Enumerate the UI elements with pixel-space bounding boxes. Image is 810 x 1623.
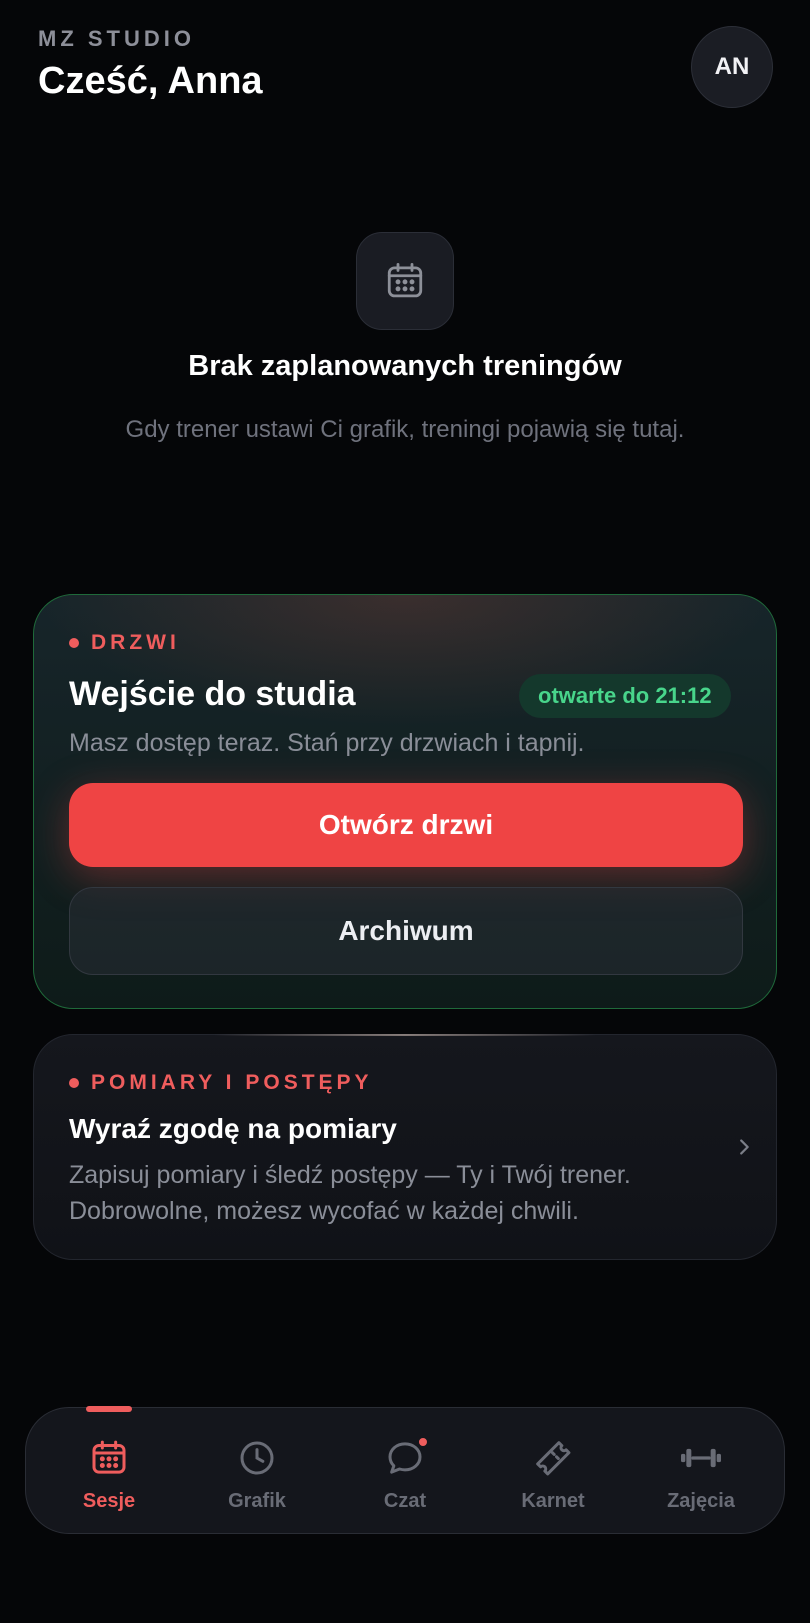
- active-tab-indicator: [86, 1406, 132, 1412]
- nav-item-sesje[interactable]: Sesje: [49, 1436, 169, 1522]
- nav-label-zajecia: Zajęcia: [667, 1490, 735, 1512]
- nav-item-karnet[interactable]: Karnet: [493, 1436, 613, 1522]
- brand-label: MZ STUDIO: [38, 26, 195, 51]
- door-tag: DRZWI: [69, 631, 180, 655]
- nav-item-grafik[interactable]: Grafik: [197, 1436, 317, 1522]
- app-screen: MZ STUDIO Cześć, Anna AN Brak zaplanowan…: [0, 0, 810, 1623]
- archive-button[interactable]: Archiwum: [69, 887, 743, 975]
- tag-dot: [69, 1078, 79, 1088]
- open-door-button[interactable]: Otwórz drzwi: [69, 783, 743, 867]
- door-description: Masz dostęp teraz. Stań przy drzwiach i …: [69, 729, 585, 757]
- nav-label-czat: Czat: [383, 1490, 427, 1512]
- measurements-tag: POMIARY I POSTĘPY: [69, 1071, 373, 1095]
- greeting-title: Cześć, Anna: [38, 60, 263, 102]
- measurements-tag-label: POMIARY I POSTĘPY: [91, 1071, 373, 1094]
- nav-label-karnet: Karnet: [521, 1490, 585, 1512]
- measurements-description: Zapisuj pomiary i śledź postępy — Ty i T…: [69, 1161, 631, 1225]
- nav-label-sesje: Sesje: [82, 1490, 136, 1512]
- clock-icon: [235, 1436, 279, 1480]
- nav-label-grafik: Grafik: [228, 1490, 286, 1512]
- bottom-nav: Sesje Grafik Czat Karnet Zajęcia: [25, 1406, 785, 1534]
- chevron-right-icon: [724, 1127, 764, 1167]
- empty-state-title: Brak zaplanowanych treningów: [188, 350, 622, 382]
- nav-item-czat[interactable]: Czat: [345, 1436, 465, 1522]
- measurements-title: Wyraź zgodę na pomiary: [69, 1113, 397, 1144]
- ticket-icon: [531, 1436, 575, 1480]
- empty-state-icon-box: [356, 232, 454, 330]
- measurements-consent-card[interactable]: POMIARY I POSTĘPY Wyraź zgodę na pomiary…: [33, 1034, 777, 1260]
- door-card: DRZWI Wejście do studia otwarte do 21:12…: [33, 594, 777, 1009]
- tag-dot: [69, 638, 79, 648]
- door-title: Wejście do studia: [69, 675, 356, 713]
- avatar[interactable]: AN: [691, 26, 773, 108]
- status-badge: otwarte do 21:12: [519, 674, 731, 718]
- empty-state-description: Gdy trener ustawi Ci grafik, treningi po…: [125, 416, 685, 443]
- dumbbell-icon: [679, 1436, 723, 1480]
- door-tag-label: DRZWI: [91, 631, 180, 654]
- calendar-icon: [87, 1436, 131, 1480]
- nav-item-zajecia[interactable]: Zajęcia: [641, 1436, 761, 1522]
- unread-badge-dot: [417, 1436, 429, 1448]
- calendar-icon: [387, 262, 423, 298]
